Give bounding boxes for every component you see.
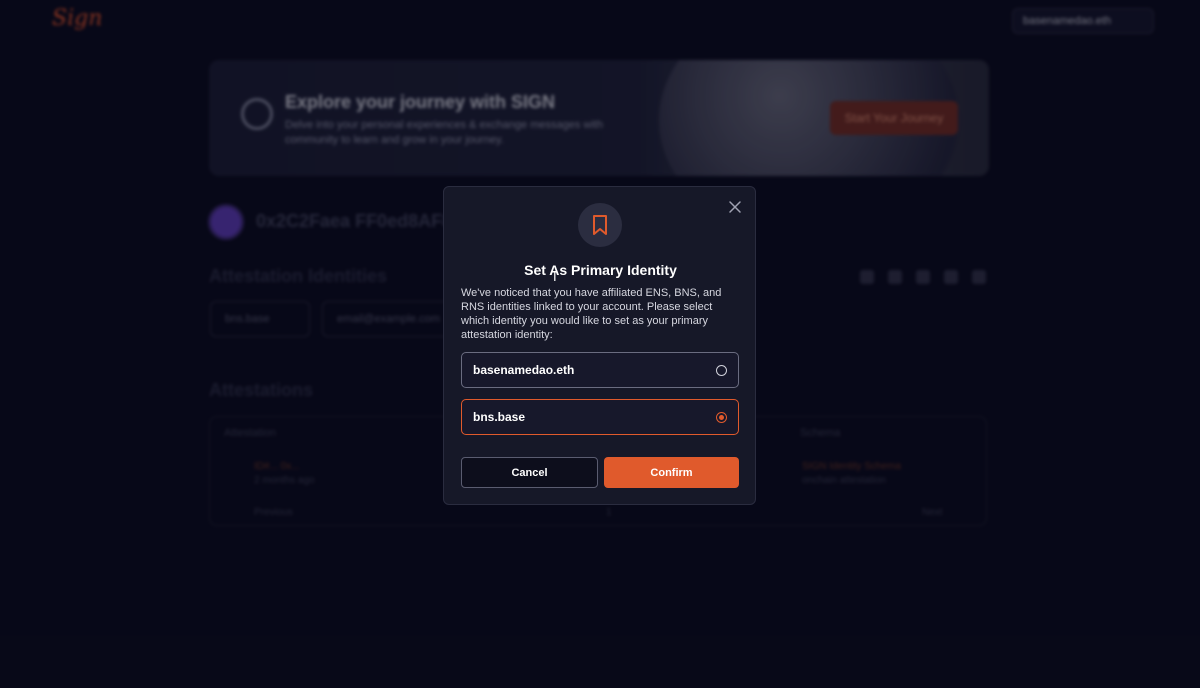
text-cursor-icon: I (553, 269, 557, 284)
close-icon[interactable] (727, 199, 743, 215)
cancel-button[interactable]: Cancel (461, 457, 598, 488)
primary-identity-dialog: Set As Primary Identity We've noticed th… (443, 186, 756, 505)
dialog-title: Set As Primary Identity (524, 262, 677, 278)
radio-button-selected[interactable] (716, 411, 727, 423)
radio-button[interactable] (716, 364, 727, 376)
option-label: bns.base (473, 410, 526, 424)
dialog-description: We've noticed that you have affiliated E… (461, 287, 722, 341)
identity-option-basenamedao[interactable]: basenamedao.eth (461, 352, 739, 388)
confirm-button[interactable]: Confirm (604, 457, 739, 488)
bookmark-icon (578, 203, 622, 247)
identity-option-bns[interactable]: bns.base (461, 399, 739, 435)
option-label: basenamedao.eth (473, 363, 575, 377)
